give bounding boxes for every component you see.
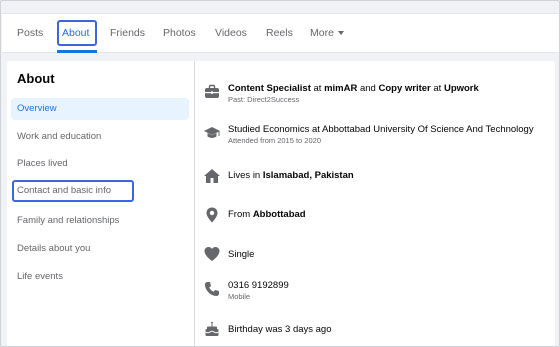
home-icon <box>203 167 221 185</box>
education-text: Studied Economics at Abbottabad Universi… <box>228 124 534 135</box>
from-text: From Abbottabad <box>228 209 306 220</box>
location-pin-icon <box>203 206 221 224</box>
briefcase-icon <box>203 83 221 101</box>
lives-in-prefix: Lives in <box>228 170 263 181</box>
tab-about-underline <box>57 50 97 53</box>
profile-tabs-bar: Posts About Friends Photos Videos Reels … <box>2 13 559 53</box>
work-and: and <box>357 83 379 94</box>
tab-about-highlight-box <box>57 20 97 46</box>
work-past: Past: Direct2Success <box>228 95 300 104</box>
tab-videos[interactable]: Videos <box>215 14 247 52</box>
graduation-cap-icon <box>203 124 221 142</box>
work-company-link[interactable]: mimAR <box>324 83 357 94</box>
about-sidebar: About Overview Work and education Places… <box>7 61 195 346</box>
relationship-text: Single <box>228 249 255 260</box>
birthday-cake-icon <box>203 320 221 338</box>
sidebar-item-places-lived[interactable]: Places lived <box>11 153 189 175</box>
tab-more-label: More <box>310 27 334 39</box>
education-dates: Attended from 2015 to 2020 <box>228 136 321 145</box>
sidebar-item-life-events[interactable]: Life events <box>11 266 189 288</box>
birthday-text: Birthday was 3 days ago <box>228 324 332 335</box>
lives-in-text: Lives in Islamabad, Pakistan <box>228 170 354 181</box>
work-at-2: at <box>430 83 444 94</box>
tab-friends[interactable]: Friends <box>110 14 145 52</box>
tab-more[interactable]: More <box>310 14 344 52</box>
about-card: About Overview Work and education Places… <box>7 61 555 346</box>
tab-posts[interactable]: Posts <box>17 14 43 52</box>
sidebar-title: About <box>17 71 55 86</box>
sidebar-item-family-and-relationships[interactable]: Family and relationships <box>11 210 189 232</box>
from-prefix: From <box>228 209 253 220</box>
sidebar-item-overview[interactable]: Overview <box>11 98 189 120</box>
about-page-frame: Posts About Friends Photos Videos Reels … <box>0 0 560 347</box>
caret-down-icon <box>337 31 344 36</box>
tab-reels[interactable]: Reels <box>266 14 293 52</box>
heart-icon <box>203 245 221 263</box>
sidebar-item-details-about-you[interactable]: Details about you <box>11 238 189 260</box>
work-text: Content Specialist at mimAR and Copy wri… <box>228 83 479 94</box>
work-company2-link[interactable]: Upwork <box>444 83 479 94</box>
from-place-link[interactable]: Abbottabad <box>253 209 306 220</box>
work-title-link[interactable]: Content Specialist <box>228 83 311 94</box>
work-at-1: at <box>310 83 325 94</box>
phone-type: Mobile <box>228 292 251 301</box>
phone-number: 0316 9192899 <box>228 280 289 291</box>
work-title2-link[interactable]: Copy writer <box>378 83 430 94</box>
sidebar-item-work-and-education[interactable]: Work and education <box>11 126 189 148</box>
tab-photos[interactable]: Photos <box>163 14 196 52</box>
phone-icon <box>203 280 221 298</box>
lives-in-place-link[interactable]: Islamabad, Pakistan <box>263 170 354 181</box>
contact-info-highlight-box <box>12 180 134 202</box>
